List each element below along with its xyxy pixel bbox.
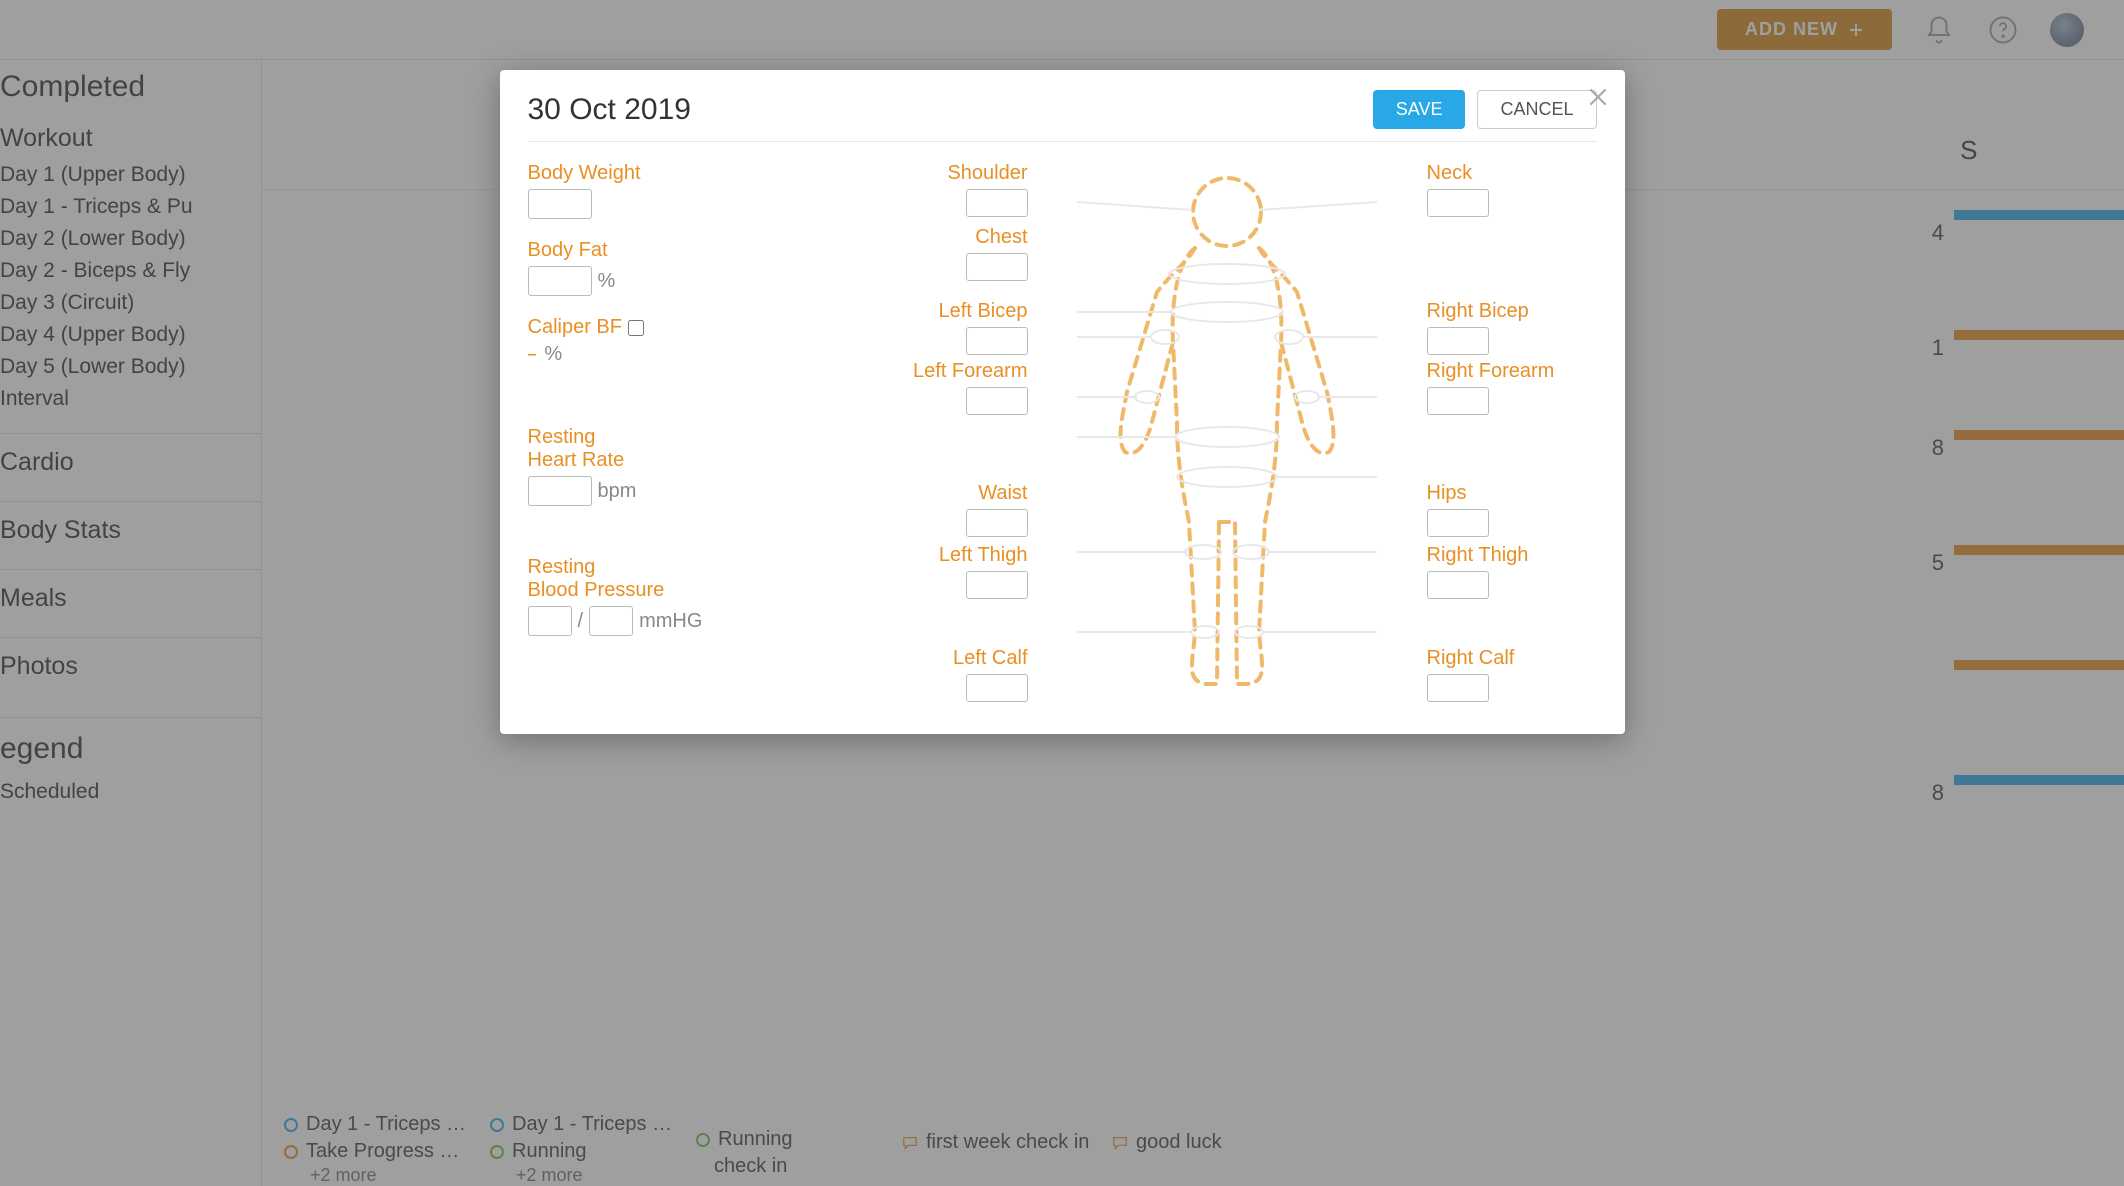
cancel-button[interactable]: CANCEL [1477,90,1596,129]
left-calf-label: Left Calf [953,647,1027,670]
modal-overlay: 30 Oct 2019 SAVE CANCEL Body Weight Body… [0,0,2124,1186]
left-forearm-label: Left Forearm [913,360,1027,383]
shoulder-input[interactable] [966,189,1028,217]
resting-bp-diastolic-input[interactable] [589,606,633,636]
resting-bp-label-1: Resting [528,556,828,579]
body-weight-input[interactable] [528,189,592,219]
chest-input[interactable] [966,253,1028,281]
caliper-unit: % [544,343,562,366]
waist-input[interactable] [966,509,1028,537]
neck-label: Neck [1427,162,1473,185]
caliper-label: Caliper BF [528,316,622,339]
left-bicep-label: Left Bicep [939,300,1028,323]
right-bicep-input[interactable] [1427,327,1489,355]
left-thigh-input[interactable] [966,571,1028,599]
caliper-dash: – [528,346,539,364]
hips-label: Hips [1427,482,1467,505]
body-outline-icon [1077,162,1377,702]
resting-hr-label-1: Resting [528,426,828,449]
bp-slash: / [578,610,584,633]
modal-title: 30 Oct 2019 [528,93,691,127]
left-bicep-input[interactable] [966,327,1028,355]
resting-bp-label-2: Blood Pressure [528,579,828,602]
hips-input[interactable] [1427,509,1489,537]
right-calf-input[interactable] [1427,674,1489,702]
waist-label: Waist [978,482,1027,505]
resting-hr-unit: bpm [598,480,637,503]
left-calf-input[interactable] [966,674,1028,702]
save-button[interactable]: SAVE [1373,90,1466,129]
resting-hr-label-2: Heart Rate [528,449,828,472]
right-thigh-label: Right Thigh [1427,544,1529,567]
body-weight-label: Body Weight [528,162,828,185]
body-fat-unit: % [598,270,616,293]
body-fat-label: Body Fat [528,239,828,262]
right-thigh-input[interactable] [1427,571,1489,599]
left-thigh-label: Left Thigh [939,544,1028,567]
shoulder-label: Shoulder [947,162,1027,185]
body-measurements: Shoulder Chest Left Bicep Left Forearm W… [858,162,1597,702]
right-calf-label: Right Calf [1427,647,1515,670]
right-bicep-label: Right Bicep [1427,300,1529,323]
body-stats-modal: 30 Oct 2019 SAVE CANCEL Body Weight Body… [500,70,1625,734]
close-icon[interactable] [1585,84,1611,110]
vitals-column: Body Weight Body Fat % Caliper BF [528,162,828,702]
resting-bp-unit: mmHG [639,610,702,633]
chest-label: Chest [975,226,1027,249]
resting-hr-input[interactable] [528,476,592,506]
left-forearm-input[interactable] [966,387,1028,415]
resting-bp-systolic-input[interactable] [528,606,572,636]
right-forearm-input[interactable] [1427,387,1489,415]
neck-input[interactable] [1427,189,1489,217]
caliper-checkbox[interactable] [628,320,644,336]
body-fat-input[interactable] [528,266,592,296]
right-forearm-label: Right Forearm [1427,360,1555,383]
